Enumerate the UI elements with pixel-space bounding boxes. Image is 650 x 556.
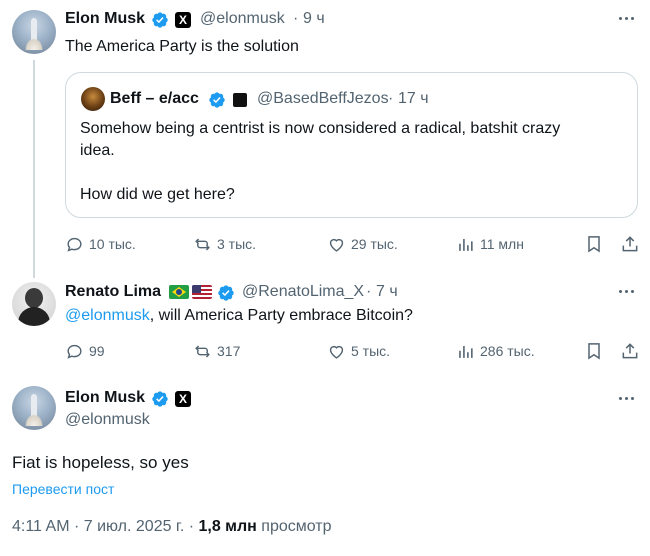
reply-button[interactable]: 10 тыс. xyxy=(65,234,136,254)
quoted-post-time: 17 ч xyxy=(398,90,429,107)
heart-icon xyxy=(329,345,344,359)
mention-link[interactable]: @elonmusk xyxy=(65,307,150,324)
quoted-author-handle: @BasedBeffJezos xyxy=(257,90,389,107)
heart-icon xyxy=(329,238,344,252)
like-button[interactable]: 5 тыс. xyxy=(327,341,390,361)
reply-count: 99 xyxy=(89,343,105,359)
analytics-icon xyxy=(459,345,473,358)
post-timestamp-row: 4:11 AM · 7 июл. 2025 г. · 1,8 млн просм… xyxy=(12,518,332,536)
author-name[interactable]: Renato Lima xyxy=(65,283,161,301)
author-name[interactable]: Elon Musk xyxy=(65,10,145,28)
views-count: 286 тыс. xyxy=(480,343,535,359)
verified-badge-icon[interactable] xyxy=(151,11,169,29)
quoted-post-card[interactable]: Beff – e/acc @BasedBeffJezos · 17 ч Some… xyxy=(65,72,638,218)
repost-icon xyxy=(195,344,210,358)
bookmark-icon[interactable] xyxy=(584,234,604,254)
views-count: 1,8 млн xyxy=(198,518,257,535)
views-label: просмотр xyxy=(261,518,332,535)
quoted-author-name: Beff – e/acc xyxy=(110,90,199,107)
author-handle[interactable]: @elonmusk xyxy=(200,10,285,28)
translate-post-link[interactable]: Перевести пост xyxy=(12,481,114,497)
repost-button[interactable]: 317 xyxy=(193,341,240,361)
more-options-icon[interactable] xyxy=(619,396,635,402)
views-button[interactable]: 286 тыс. xyxy=(456,341,535,361)
author-name[interactable]: Elon Musk xyxy=(65,389,145,407)
verified-badge-icon xyxy=(209,92,225,108)
quoted-text-line-2: idea. xyxy=(80,142,115,159)
author-handle[interactable]: @elonmusk xyxy=(65,411,150,429)
renato-lima-avatar[interactable] xyxy=(12,282,56,326)
like-button[interactable]: 29 тыс. xyxy=(327,234,398,254)
elon-musk-avatar[interactable] xyxy=(12,386,56,430)
more-options-icon[interactable] xyxy=(619,16,635,22)
repost-count: 317 xyxy=(217,343,241,359)
more-options-icon[interactable] xyxy=(619,289,635,295)
share-icon[interactable] xyxy=(620,234,640,254)
post-time[interactable]: 9 ч xyxy=(303,10,325,28)
like-count: 29 тыс. xyxy=(351,236,398,252)
repost-button[interactable]: 3 тыс. xyxy=(193,234,256,254)
like-count: 5 тыс. xyxy=(351,343,391,359)
verified-badge-icon[interactable] xyxy=(151,390,169,408)
x-logo-icon: X xyxy=(175,391,191,407)
reply-icon xyxy=(67,344,82,359)
post-timestamp[interactable]: 4:11 AM · 7 июл. 2025 г. · xyxy=(12,518,194,535)
main-post-text: Fiat is hopeless, so yes xyxy=(12,453,189,472)
elon-musk-avatar[interactable] xyxy=(12,10,56,54)
reply-count: 10 тыс. xyxy=(89,236,136,252)
separator-dot: · xyxy=(366,283,372,300)
beff-avatar xyxy=(81,87,105,111)
views-button[interactable]: 11 млн xyxy=(456,234,524,254)
verified-badge-icon[interactable] xyxy=(217,284,235,302)
post-text: The America Party is the solution xyxy=(65,38,299,55)
quoted-text-line-3: How did we get here? xyxy=(80,186,235,203)
brazil-flag-icon xyxy=(169,285,189,299)
analytics-icon xyxy=(459,238,473,251)
reply-button[interactable]: 99 xyxy=(65,341,105,361)
bookmark-icon[interactable] xyxy=(584,341,604,361)
author-handle[interactable]: @RenatoLima_X xyxy=(242,283,364,301)
separator-dot: · xyxy=(388,90,394,107)
thread-connector-line xyxy=(33,60,35,278)
post-time[interactable]: 7 ч xyxy=(376,283,398,301)
quoted-text-line-1: Somehow being a centrist is now consider… xyxy=(80,120,561,137)
separator-dot: · xyxy=(293,10,299,27)
post-text: @elonmusk, will America Party embrace Bi… xyxy=(65,307,413,324)
repost-icon xyxy=(195,237,210,251)
affiliation-badge-icon xyxy=(233,93,247,107)
us-flag-icon xyxy=(192,285,212,299)
reply-icon xyxy=(67,237,82,252)
share-icon[interactable] xyxy=(620,341,640,361)
repost-count: 3 тыс. xyxy=(217,236,257,252)
x-logo-icon: X xyxy=(175,12,191,28)
views-count: 11 млн xyxy=(480,236,524,252)
